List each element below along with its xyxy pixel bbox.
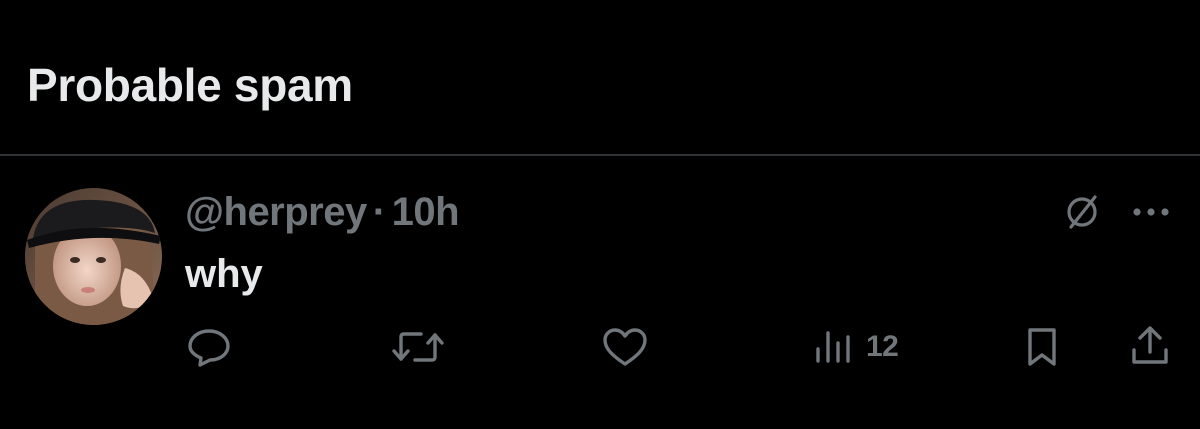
views-button[interactable]: 12 [812, 325, 912, 369]
avatar[interactable] [25, 188, 162, 325]
tweet-time[interactable]: 10h [392, 190, 460, 234]
section-title: Probable spam [27, 59, 353, 111]
reply-button[interactable] [184, 325, 234, 369]
views-count: 12 [866, 330, 899, 363]
bookmark-icon [1028, 328, 1056, 366]
slashed-circle-icon[interactable] [1060, 190, 1104, 234]
avatar-image [25, 188, 162, 325]
bookmark-button[interactable] [1020, 325, 1064, 369]
more-dots-icon[interactable] [1130, 194, 1172, 230]
retweet-button[interactable] [390, 325, 446, 369]
retweet-icon [392, 332, 444, 362]
share-button[interactable] [1126, 322, 1174, 370]
author-handle[interactable]: @herprey [185, 190, 367, 234]
section-divider [0, 154, 1200, 156]
like-button[interactable] [600, 325, 650, 369]
meta-separator: · [372, 190, 386, 234]
tweet-meta: @herprey · 10h [185, 190, 460, 235]
heart-icon [603, 328, 647, 366]
share-icon [1132, 326, 1168, 364]
reply-icon [188, 329, 230, 367]
tweet-text: why [185, 252, 263, 296]
views-chart-icon [816, 331, 850, 363]
